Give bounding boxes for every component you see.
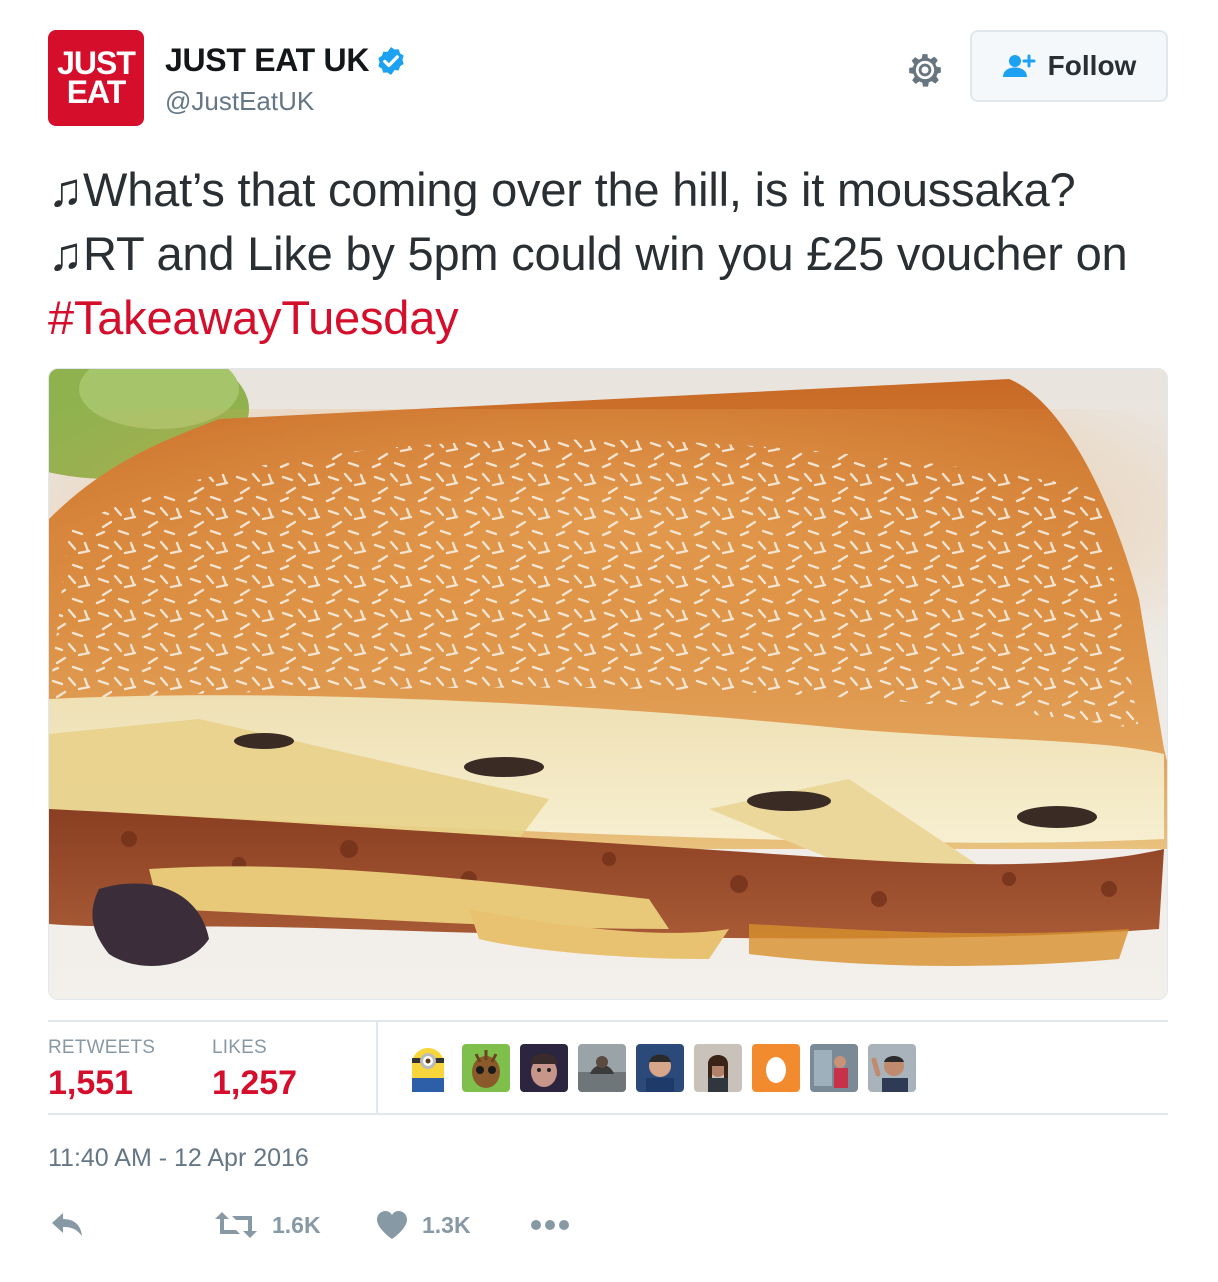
user-avatar-9[interactable] — [868, 1044, 916, 1092]
account-logo[interactable]: JUST EAT — [48, 30, 144, 126]
name-row: JUST EAT UK — [165, 42, 407, 79]
tweet-actions: 1.6K 1.3K — [48, 1205, 648, 1245]
stats-top-divider — [48, 1020, 1168, 1022]
user-avatar-4[interactable] — [578, 1044, 626, 1092]
retweets-count[interactable]: 1,551 — [48, 1064, 133, 1103]
retweet-button[interactable]: 1.6K — [214, 1205, 321, 1245]
hashtag-link[interactable]: #TakeawayTuesday — [48, 291, 459, 344]
retweet-icon — [215, 1212, 257, 1238]
like-button[interactable]: 1.3K — [376, 1205, 471, 1245]
reply-icon — [52, 1213, 82, 1236]
verified-badge-icon — [378, 46, 404, 75]
user-avatar-6[interactable] — [694, 1044, 742, 1092]
stats-vertical-divider — [376, 1022, 378, 1114]
gear-icon[interactable] — [905, 50, 945, 90]
account-handle[interactable]: @JustEatUK — [165, 86, 314, 117]
likes-label: LIKES — [212, 1037, 267, 1058]
likes-count[interactable]: 1,257 — [212, 1064, 297, 1103]
egg-avatar[interactable] — [752, 1044, 800, 1092]
display-name[interactable]: JUST EAT UK — [165, 42, 369, 79]
tweet-text: ♫What’s that coming over the hill, is it… — [48, 158, 1178, 350]
reply-button[interactable] — [50, 1205, 98, 1245]
more-icon — [531, 1220, 569, 1230]
moussaka-photo — [49, 369, 1167, 999]
liker-avatars — [404, 1044, 926, 1092]
groot-avatar[interactable] — [462, 1044, 510, 1092]
user-avatar-5[interactable] — [636, 1044, 684, 1092]
follow-button[interactable]: Follow — [970, 30, 1168, 102]
user-avatar-3[interactable] — [520, 1044, 568, 1092]
logo-line-2: EAT — [66, 74, 127, 110]
tweet-body: ♫What’s that coming over the hill, is it… — [48, 163, 1128, 280]
follow-label: Follow — [1047, 50, 1137, 81]
tweet-timestamp[interactable]: 11:40 AM - 12 Apr 2016 — [48, 1144, 309, 1173]
stats-bottom-divider — [48, 1113, 1168, 1115]
like-count: 1.3K — [422, 1211, 471, 1238]
retweets-label: RETWEETS — [48, 1037, 156, 1058]
retweet-count: 1.6K — [272, 1211, 321, 1238]
user-avatar-8[interactable] — [810, 1044, 858, 1092]
minion-avatar[interactable] — [404, 1044, 452, 1092]
heart-icon — [377, 1211, 407, 1239]
add-person-icon — [1002, 54, 1036, 77]
more-button[interactable] — [530, 1205, 584, 1245]
tweet-photo[interactable] — [48, 368, 1168, 1000]
